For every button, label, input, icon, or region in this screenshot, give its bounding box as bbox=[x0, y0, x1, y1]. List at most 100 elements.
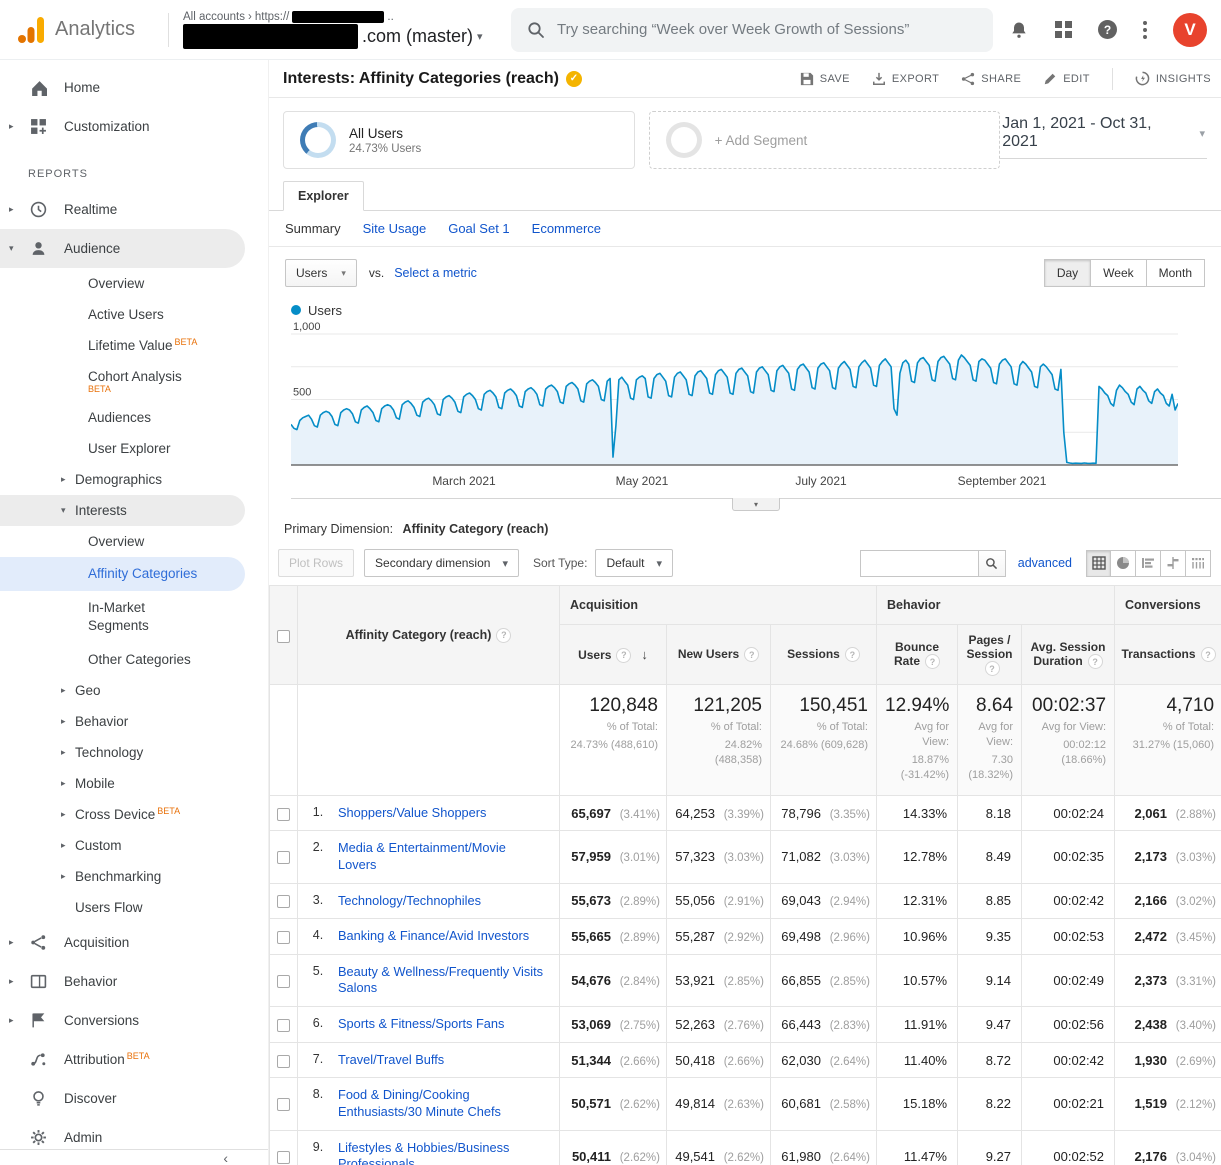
metric-dropdown[interactable]: Users▾ bbox=[285, 259, 357, 287]
sidebar-item-demographics[interactable]: ▸Demographics bbox=[0, 464, 268, 495]
help-icon[interactable]: ? bbox=[845, 647, 860, 662]
save-button[interactable]: SAVE bbox=[800, 72, 850, 86]
chevron-right-icon[interactable]: ▸ bbox=[61, 474, 66, 485]
help-icon[interactable]: ? bbox=[744, 647, 759, 662]
global-search[interactable] bbox=[511, 8, 993, 52]
analytics-logo[interactable]: Analytics bbox=[16, 15, 168, 45]
edit-button[interactable]: EDIT bbox=[1043, 72, 1090, 86]
affinity-category-link[interactable]: Sports & Fitness/Sports Fans bbox=[338, 1016, 504, 1033]
sidebar-item-lifetime-value[interactable]: Lifetime ValueBETA bbox=[0, 330, 268, 361]
granularity-month[interactable]: Month bbox=[1147, 259, 1205, 287]
sidebar-item-geo[interactable]: ▸Geo bbox=[0, 675, 268, 706]
chevron-right-icon[interactable]: ▸ bbox=[9, 976, 14, 987]
export-button[interactable]: EXPORT bbox=[872, 72, 939, 86]
sidebar-item-active-users[interactable]: Active Users bbox=[0, 299, 268, 330]
sidebar-item-customization[interactable]: ▸Customization bbox=[0, 107, 268, 146]
chevron-right-icon[interactable]: ▸ bbox=[9, 1015, 14, 1026]
subtab-goal-set-1[interactable]: Goal Set 1 bbox=[448, 221, 509, 236]
sidebar-item-behavior[interactable]: ▸Behavior bbox=[0, 962, 268, 1001]
chevron-right-icon[interactable]: ▸ bbox=[61, 809, 66, 820]
view-percentage-button[interactable] bbox=[1111, 550, 1136, 577]
subtab-site-usage[interactable]: Site Usage bbox=[363, 221, 427, 236]
more-options-button[interactable] bbox=[1143, 21, 1147, 39]
chevron-right-icon[interactable]: ▸ bbox=[61, 716, 66, 727]
sidebar-item-users-flow[interactable]: Users Flow bbox=[0, 892, 268, 923]
sidebar-item-cohort-analysis[interactable]: Cohort AnalysisBETA bbox=[0, 361, 268, 402]
sidebar-item-home[interactable]: Home bbox=[0, 68, 268, 107]
chevron-right-icon[interactable]: ▸ bbox=[61, 871, 66, 882]
row-checkbox[interactable] bbox=[277, 1019, 290, 1032]
help-button[interactable]: ? bbox=[1098, 20, 1117, 39]
chevron-right-icon[interactable]: ▸ bbox=[9, 121, 14, 132]
sidebar-item-benchmarking[interactable]: ▸Benchmarking bbox=[0, 861, 268, 892]
granularity-week[interactable]: Week bbox=[1091, 259, 1146, 287]
view-comparison-button[interactable] bbox=[1161, 550, 1186, 577]
affinity-category-link[interactable]: Banking & Finance/Avid Investors bbox=[338, 928, 529, 945]
affinity-category-link[interactable]: Media & Entertainment/Movie Lovers bbox=[338, 840, 546, 873]
breadcrumb-root[interactable]: All accounts bbox=[183, 11, 245, 23]
column-header-bounce-rate[interactable]: Bounce Rate? bbox=[877, 625, 958, 685]
row-checkbox[interactable] bbox=[277, 851, 290, 864]
chevron-right-icon[interactable]: ▸ bbox=[61, 778, 66, 789]
help-icon[interactable]: ? bbox=[1088, 654, 1103, 669]
dimension-column-header[interactable]: Affinity Category (reach)? bbox=[298, 586, 560, 685]
affinity-category-link[interactable]: Travel/Travel Buffs bbox=[338, 1052, 444, 1069]
chevron-right-icon[interactable]: ▸ bbox=[61, 840, 66, 851]
sidebar-item-conversions[interactable]: ▸Conversions bbox=[0, 1001, 268, 1040]
chart-collapse-button[interactable]: ▾ bbox=[732, 498, 780, 511]
breadcrumb[interactable]: All accounts › https:// .. .com (master)… bbox=[183, 11, 483, 49]
chevron-right-icon[interactable]: ▸ bbox=[9, 204, 14, 215]
sidebar-item-audience[interactable]: ▾Audience bbox=[0, 229, 245, 268]
sidebar-item-affinity-categories[interactable]: Affinity Categories bbox=[0, 557, 245, 591]
advanced-search-link[interactable]: advanced bbox=[1018, 556, 1072, 570]
segment-all-users[interactable]: All Users 24.73% Users bbox=[283, 111, 635, 169]
help-icon[interactable]: ? bbox=[496, 628, 511, 643]
sidebar-item-other-categories[interactable]: Other Categories bbox=[0, 644, 268, 675]
granularity-day[interactable]: Day bbox=[1044, 259, 1091, 287]
affinity-category-link[interactable]: Food & Dining/Cooking Enthusiasts/30 Min… bbox=[338, 1087, 546, 1120]
column-header-users[interactable]: Users?↓ bbox=[560, 625, 667, 685]
sidebar-item-attribution[interactable]: AttributionBETA bbox=[0, 1040, 268, 1079]
sidebar-item-interests[interactable]: ▾Interests bbox=[0, 495, 245, 526]
add-segment-button[interactable]: + Add Segment bbox=[649, 111, 1001, 169]
affinity-category-link[interactable]: Shoppers/Value Shoppers bbox=[338, 805, 486, 822]
chevron-right-icon[interactable]: ▸ bbox=[61, 685, 66, 696]
primary-dimension-value[interactable]: Affinity Category (reach) bbox=[403, 522, 549, 536]
sidebar-item-realtime[interactable]: ▸Realtime bbox=[0, 190, 268, 229]
table-search-input[interactable] bbox=[860, 550, 978, 577]
sidebar-item-acquisition[interactable]: ▸Acquisition bbox=[0, 923, 268, 962]
row-checkbox[interactable] bbox=[277, 808, 290, 821]
affinity-category-link[interactable]: Lifestyles & Hobbies/Business Profession… bbox=[338, 1140, 546, 1165]
subtab-summary[interactable]: Summary bbox=[285, 221, 341, 236]
row-checkbox[interactable] bbox=[277, 975, 290, 988]
insights-button[interactable]: INSIGHTS bbox=[1135, 71, 1211, 86]
chevron-right-icon[interactable]: ▸ bbox=[61, 747, 66, 758]
affinity-category-link[interactable]: Technology/Technophiles bbox=[338, 893, 481, 910]
date-range-picker[interactable]: Jan 1, 2021 - Oct 31, 2021 ▾ bbox=[1000, 111, 1207, 159]
sidebar-item-technology[interactable]: ▸Technology bbox=[0, 737, 268, 768]
row-checkbox[interactable] bbox=[277, 931, 290, 944]
column-header-pages-session[interactable]: Pages / Session? bbox=[958, 625, 1022, 685]
chevron-right-icon[interactable]: ▸ bbox=[9, 937, 14, 948]
chevron-down-icon[interactable]: ▾ bbox=[9, 243, 14, 254]
affinity-category-link[interactable]: Beauty & Wellness/Frequently Visits Salo… bbox=[338, 964, 546, 997]
view-table-button[interactable] bbox=[1086, 550, 1111, 577]
apps-grid-button[interactable] bbox=[1055, 21, 1072, 38]
help-icon[interactable]: ? bbox=[925, 654, 940, 669]
chevron-down-icon[interactable]: ▾ bbox=[61, 505, 66, 516]
view-performance-button[interactable] bbox=[1136, 550, 1161, 577]
select-metric-link[interactable]: Select a metric bbox=[394, 266, 477, 280]
column-header-avg-session-duration[interactable]: Avg. Session Duration? bbox=[1022, 625, 1115, 685]
help-icon[interactable]: ? bbox=[616, 648, 631, 663]
secondary-dimension-dropdown[interactable]: Secondary dimension▾ bbox=[364, 549, 519, 577]
view-pivot-button[interactable] bbox=[1186, 550, 1211, 577]
column-header-new-users[interactable]: New Users? bbox=[667, 625, 771, 685]
sidebar-item-audiences[interactable]: Audiences bbox=[0, 402, 268, 433]
sidebar-item-custom[interactable]: ▸Custom bbox=[0, 830, 268, 861]
row-checkbox[interactable] bbox=[277, 895, 290, 908]
help-icon[interactable]: ? bbox=[1201, 647, 1216, 662]
sidebar-item-discover[interactable]: Discover bbox=[0, 1079, 268, 1118]
avatar[interactable]: V bbox=[1173, 13, 1207, 47]
chart-plot[interactable]: 1,000500 bbox=[291, 321, 1178, 474]
tab-explorer[interactable]: Explorer bbox=[283, 181, 364, 211]
